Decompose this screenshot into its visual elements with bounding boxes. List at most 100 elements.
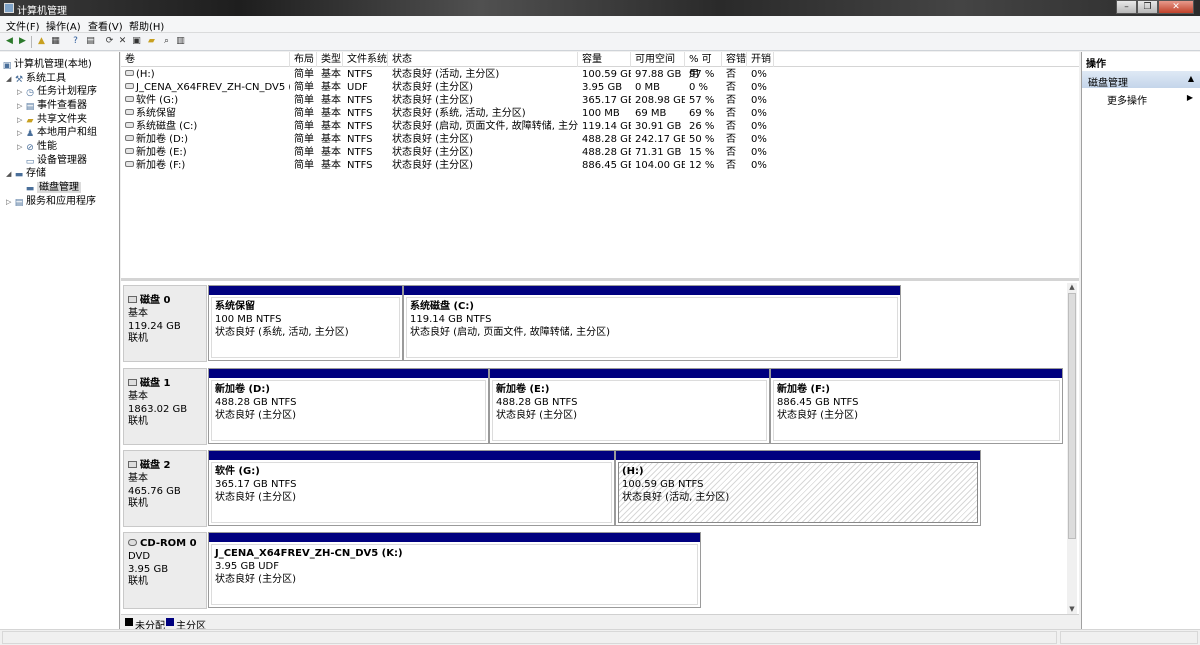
collapse-up-icon[interactable]: ▲ (1188, 74, 1194, 83)
column-fault-tolerance[interactable]: 容错 (722, 52, 747, 67)
disk-status: 联机 (128, 576, 148, 587)
tree-item-local-users[interactable]: ▷ ♟ 本地用户和组 (17, 123, 97, 139)
volume-icon (125, 161, 134, 167)
disk-status: 联机 (128, 416, 148, 427)
column-capacity[interactable]: 容量 (578, 52, 631, 67)
tree-item-shared-folders[interactable]: ▷ ▰ 共享文件夹 (17, 110, 87, 126)
table-row[interactable]: 系统磁盘 (C:) 简单 基本 NTFS 状态良好 (启动, 页面文件, 故障转储, 主… (121, 120, 781, 133)
refresh-icon[interactable]: ⟳ (104, 36, 115, 47)
menu-action[interactable]: 操作(A) (46, 18, 81, 33)
column-filesystem[interactable]: 文件系统 (343, 52, 388, 67)
expand-icon[interactable]: ▷ (6, 198, 14, 206)
disk-label[interactable]: CD-ROM 0 DVD 3.95 GB 联机 (123, 532, 207, 609)
column-overhead[interactable]: 开销 (747, 52, 774, 67)
volume-icon (125, 83, 134, 89)
cell-status: 状态良好 (主分区) (388, 133, 578, 146)
cell-percent-free: 15 % (685, 146, 722, 159)
partition-c[interactable]: 系统磁盘 (C:) 119.14 GB NTFS 状态良好 (启动, 页面文件,… (403, 285, 901, 361)
disk-name: 磁盘 1 (128, 374, 202, 389)
open-icon[interactable]: ▣ (131, 36, 142, 47)
column-free-space[interactable]: 可用空间 (631, 52, 685, 67)
properties-icon[interactable]: ▤ (85, 36, 96, 47)
expand-icon[interactable]: ▷ (17, 102, 25, 110)
expand-icon[interactable]: ▷ (17, 129, 25, 137)
folder-icon[interactable]: ▰ (146, 36, 157, 47)
partition-system-reserved[interactable]: 系统保留 100 MB NTFS 状态良好 (系统, 活动, 主分区) (208, 285, 403, 361)
disk-label[interactable]: 磁盘 1 基本 1863.02 GB 联机 (123, 368, 207, 445)
view-icon[interactable]: ▥ (175, 36, 186, 47)
back-icon[interactable]: ◀ (4, 36, 15, 47)
disk-icon (128, 379, 137, 386)
menu-file[interactable]: 文件(F) (6, 18, 40, 33)
table-row[interactable]: 新加卷 (F:) 简单 基本 NTFS 状态良好 (主分区) 886.45 GB 104.0… (121, 159, 781, 172)
tree-item-system-tools[interactable]: ◢ ⚒ 系统工具 (6, 69, 66, 85)
cell-layout-text: 简单 (294, 69, 314, 80)
partition-e[interactable]: 新加卷 (E:) 488.28 GB NTFS 状态良好 (主分区) (489, 368, 770, 444)
collapse-icon[interactable]: ◢ (6, 170, 14, 178)
table-row[interactable]: 系统保留 简单 基本 NTFS 状态良好 (系统, 活动, 主分区) 100 MB 69 M… (121, 107, 781, 120)
cell-capacity-text: 488.28 GB (582, 147, 631, 158)
partition-f[interactable]: 新加卷 (F:) 886.45 GB NTFS 状态良好 (主分区) (770, 368, 1063, 444)
partition-g[interactable]: 软件 (G:) 365.17 GB NTFS 状态良好 (主分区) (208, 450, 615, 526)
scroll-down-icon[interactable]: ▼ (1067, 605, 1077, 614)
column-volume[interactable]: 卷 (121, 52, 290, 67)
volume-icon (125, 135, 134, 141)
expand-icon[interactable]: ▷ (17, 143, 25, 151)
maximize-button[interactable]: ❐ (1137, 0, 1158, 14)
disk-icon (128, 461, 137, 468)
disk-label[interactable]: 磁盘 0 基本 119.24 GB 联机 (123, 285, 207, 362)
table-row[interactable]: 新加卷 (E:) 简单 基本 NTFS 状态良好 (主分区) 488.28 GB 71.31… (121, 146, 781, 159)
column-type[interactable]: 类型 (317, 52, 343, 67)
tree-item-device-manager[interactable]: ▭ 设备管理器 (25, 151, 87, 167)
cell-percent-free-text: 57 % (689, 95, 715, 106)
forward-icon[interactable]: ▶ (17, 36, 28, 47)
minimize-button[interactable]: – (1116, 0, 1137, 14)
tree-item-task-scheduler[interactable]: ▷ ◷ 任务计划程序 (17, 82, 97, 98)
partition-h-selected[interactable]: (H:) 100.59 GB NTFS 状态良好 (活动, 主分区) (615, 450, 981, 526)
search-icon[interactable]: ⌕ (161, 36, 172, 47)
graphical-view-scrollbar[interactable]: ▲ ▼ (1067, 283, 1077, 614)
tree-item-event-viewer[interactable]: ▷ ▤ 事件查看器 (17, 96, 87, 112)
column-percent-free[interactable]: % 可用 (685, 52, 722, 80)
primary-partition-bar (404, 286, 900, 295)
more-actions-item[interactable]: 更多操作 (1107, 92, 1147, 107)
cell-percent-free-text: 26 % (689, 121, 715, 132)
menu-help[interactable]: 帮助(H) (129, 18, 164, 33)
cell-status-text: 状态良好 (活动, 主分区) (392, 69, 500, 80)
disk-name-text: CD-ROM 0 (140, 538, 197, 549)
tree-item-services-apps[interactable]: ▷ ▤ 服务和应用程序 (6, 192, 96, 208)
table-row[interactable]: J_CENA_X64FREV_ZH-CN_DV5 (K:) 简单 基本 UDF 状态良好… (121, 81, 781, 94)
tree-item-disk-management[interactable]: ▬ 磁盘管理 (25, 178, 81, 194)
table-row[interactable]: (H:) 简单 基本 NTFS 状态良好 (活动, 主分区) 100.59 GB 97.88… (121, 68, 781, 81)
disk-label[interactable]: 磁盘 2 基本 465.76 GB 联机 (123, 450, 207, 527)
tree-item-storage[interactable]: ◢ ▬ 存储 (6, 164, 46, 180)
cell-layout: 简单 (290, 120, 317, 133)
cell-fault-tolerance: 否 (722, 107, 747, 120)
column-layout[interactable]: 布局 (290, 52, 317, 67)
help-icon[interactable]: ? (70, 36, 81, 47)
actions-group-disk-management[interactable]: 磁盘管理 ▲ (1082, 71, 1200, 89)
scrollbar-thumb[interactable] (1068, 293, 1076, 539)
cell-filesystem: NTFS (343, 159, 388, 172)
column-status[interactable]: 状态 (388, 52, 578, 67)
cell-capacity: 886.45 GB (578, 159, 631, 172)
table-row[interactable]: 软件 (G:) 简单 基本 NTFS 状态良好 (主分区) 365.17 GB 208.98… (121, 94, 781, 107)
partition-status: 状态良好 (主分区) (777, 410, 858, 421)
scroll-up-icon[interactable]: ▲ (1067, 283, 1077, 292)
cell-overhead: 0% (747, 94, 774, 107)
close-window-button[interactable]: ✕ (1158, 0, 1194, 14)
collapse-icon[interactable]: ◢ (6, 75, 14, 83)
table-row[interactable]: 新加卷 (D:) 简单 基本 NTFS 状态良好 (主分区) 488.28 GB 242.1… (121, 133, 781, 146)
partition-k[interactable]: J_CENA_X64FREV_ZH-CN_DV5 (K:) 3.95 GB UD… (208, 532, 701, 608)
partition-d[interactable]: 新加卷 (D:) 488.28 GB NTFS 状态良好 (主分区) (208, 368, 489, 444)
tree-item-performance[interactable]: ▷ ⊘ 性能 (17, 137, 57, 153)
cell-layout: 简单 (290, 94, 317, 107)
menu-view[interactable]: 查看(V) (88, 18, 123, 33)
show-tree-icon[interactable]: ▦ (50, 36, 61, 47)
delete-icon[interactable]: ✕ (117, 36, 128, 47)
expand-icon[interactable]: ▷ (17, 88, 25, 96)
up-folder-icon[interactable]: ▲ (36, 36, 47, 47)
cell-free-space-text: 208.98 GB (635, 95, 685, 106)
tree-item-computer-management[interactable]: ▣ 计算机管理(本地) (2, 55, 92, 71)
cell-capacity-text: 488.28 GB (582, 134, 631, 145)
